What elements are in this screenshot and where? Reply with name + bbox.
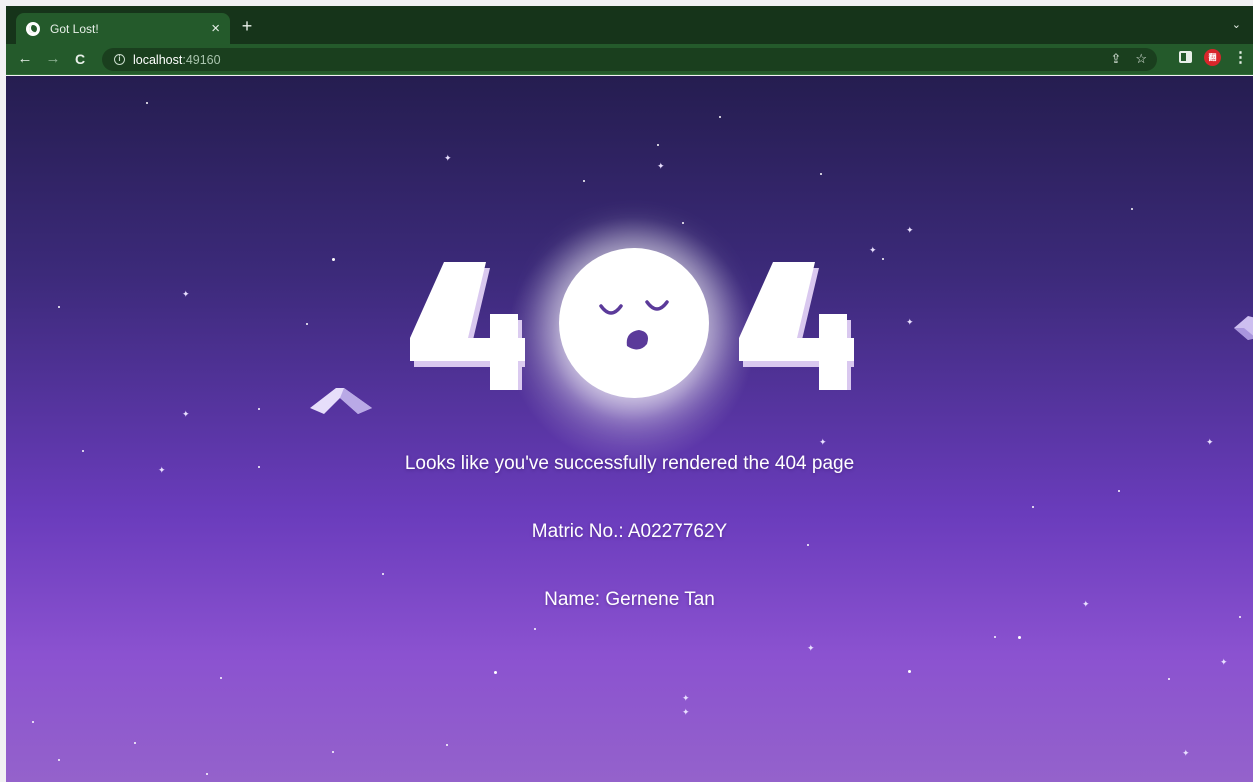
star [58,759,60,761]
bird-icon [1234,316,1253,340]
sparkle-icon: ✦ [1206,437,1214,447]
star [1131,208,1133,210]
bookmark-star-icon[interactable]: ☆ [1135,51,1147,67]
tab-strip: Got Lost! × + ⌄ [6,6,1253,44]
star [908,670,911,673]
browser-window: Got Lost! × + ⌄ ← → C i localhost :49160… [6,6,1253,782]
star [1032,506,1034,508]
star [719,116,721,118]
star [494,671,497,674]
tab-got-lost[interactable]: Got Lost! × [16,13,230,44]
student-name: Name: Gernene Tan [544,589,715,610]
star [146,102,148,104]
sparkle-icon: ✦ [1220,657,1228,667]
sparkle-icon: ✦ [869,245,877,255]
share-icon[interactable]: ⇪ [1110,51,1121,67]
info-icon[interactable]: i [114,54,125,65]
star [220,677,222,679]
star [32,721,34,723]
star [807,544,809,546]
sparkle-icon: ✦ [657,161,665,171]
sparkle-icon: ✦ [906,317,914,327]
star [994,636,996,638]
extension-icon[interactable]: 翻 [1204,48,1221,66]
sparkle-icon: ✦ [1182,748,1190,758]
star [446,744,448,746]
more-menu-icon[interactable]: ⋮ [1233,48,1248,66]
matric-number: Matric No.: A0227762Y [531,521,728,542]
star [1239,616,1241,618]
address-bar[interactable]: i localhost :49160 ⇪ ☆ [102,48,1157,71]
star [1118,490,1120,492]
sparkle-icon: ✦ [682,693,690,703]
reload-button[interactable]: C [69,48,91,70]
sparkle-icon: ✦ [682,707,690,717]
star [1168,678,1170,680]
star [534,628,536,630]
star [306,323,308,325]
star [882,258,884,260]
globe-icon [26,21,40,36]
star [58,306,60,308]
star [1018,636,1021,639]
back-button[interactable]: ← [14,48,36,70]
digit-four-right [739,262,854,390]
url-port: :49160 [182,52,221,67]
star [206,773,208,775]
url-host: localhost [133,52,183,67]
sleeping-moon-icon [559,248,709,398]
star [657,144,659,146]
forward-button[interactable]: → [42,48,64,70]
bird-icon [310,388,372,414]
star [332,258,335,261]
star [682,222,684,224]
page-content: ✦ ✦ ✦ ✦ ✦ ✦ ✦ ✦ ✦ ✦ ✦ ✦ ✦ ✦ ✦ ✦ Looks li… [6,76,1253,782]
not-found-message: Looks like you've successfully rendered … [404,453,855,474]
star [332,751,334,753]
chevron-down-icon[interactable]: ⌄ [1232,18,1241,31]
sparkle-icon: ✦ [819,437,827,447]
star [583,180,585,182]
sparkle-icon: ✦ [182,409,190,419]
close-icon[interactable]: × [211,21,220,36]
sparkle-icon: ✦ [444,153,452,163]
new-tab-button[interactable]: + [236,15,258,37]
browser-toolbar: ← → C i localhost :49160 ⇪ ☆ 翻 ⋮ [6,44,1253,75]
star [134,742,136,744]
sparkle-icon: ✦ [182,289,190,299]
side-panel-icon[interactable] [1179,51,1192,63]
tab-title: Got Lost! [50,21,99,36]
star [258,408,260,410]
sparkle-icon: ✦ [807,643,815,653]
star [82,450,84,452]
star [382,573,384,575]
sparkle-icon: ✦ [906,225,914,235]
star [820,173,822,175]
